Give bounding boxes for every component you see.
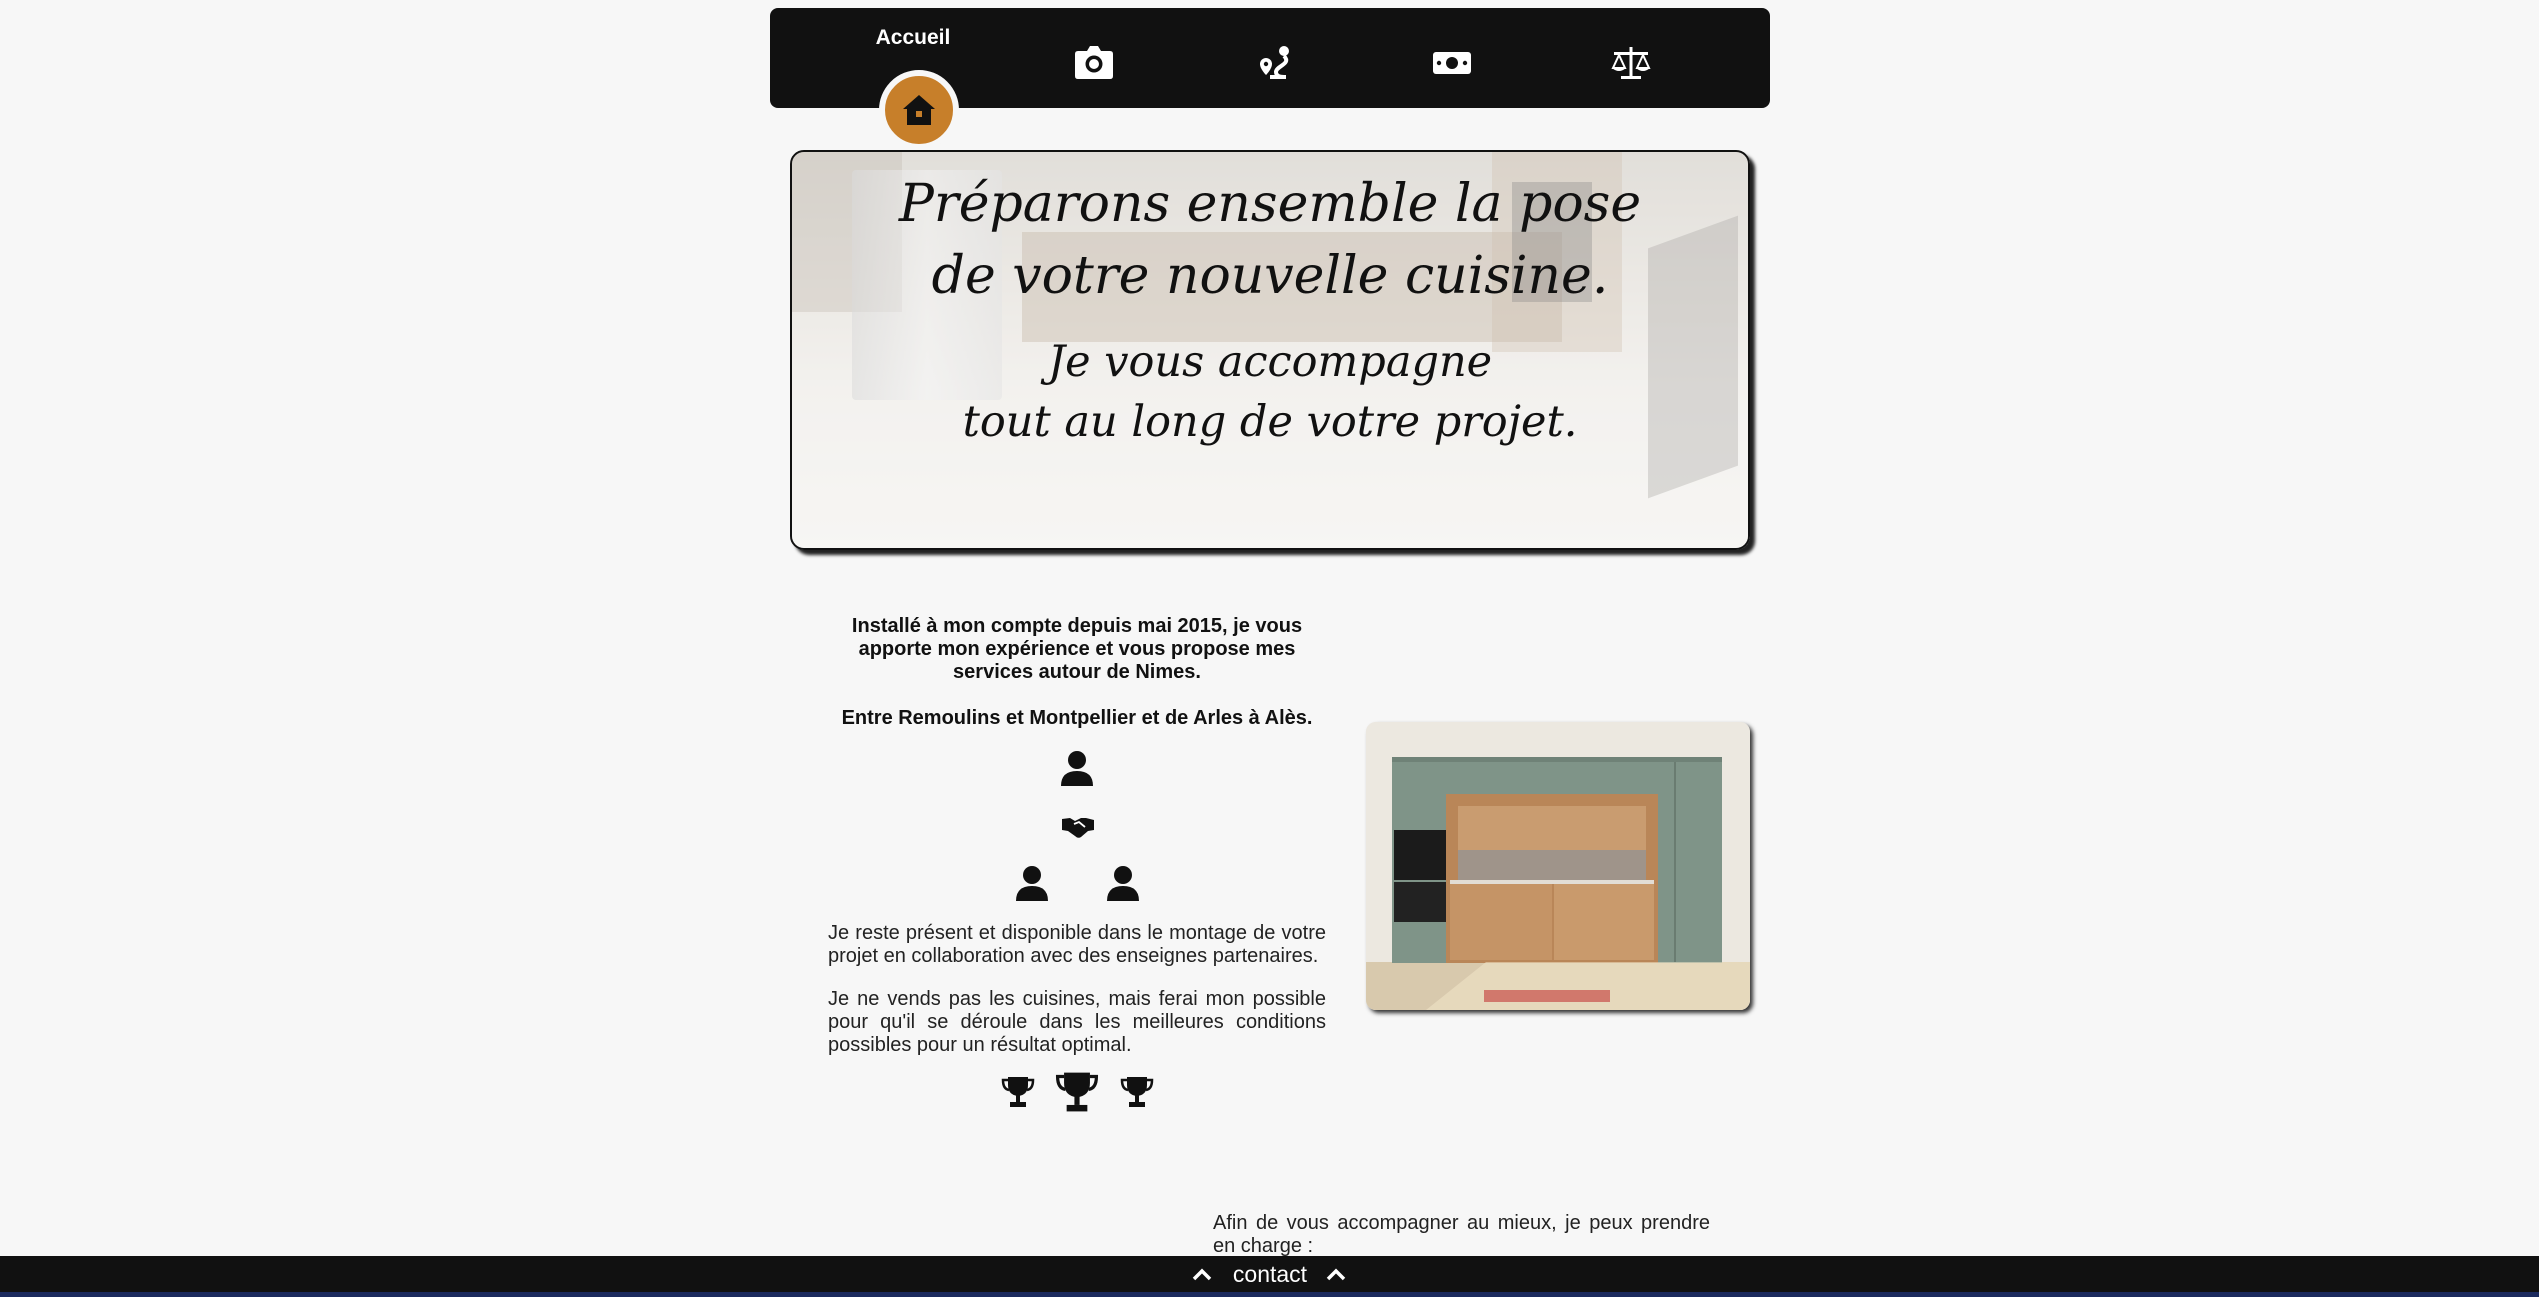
user-icon [1107, 866, 1139, 901]
hero-subtitle-line2: tout au long de votre projet. [962, 397, 1578, 447]
route-icon [1260, 46, 1289, 79]
nav-item-route[interactable] [1212, 8, 1332, 108]
kitchen-illustration [1366, 722, 1750, 1010]
camera-icon [1075, 46, 1113, 79]
service-area: Entre Remoulins et Montpellier et de Arl… [841, 707, 1313, 729]
intro-section: Installé à mon compte depuis mai 2015, j… [828, 615, 1326, 1112]
collaboration-paragraph: Je reste présent et disponible dans le m… [828, 922, 1326, 967]
hero-title-line1: Préparons ensemble la pose [898, 174, 1642, 234]
contact-link[interactable]: contact [1226, 1261, 1314, 1288]
trophy-icon [1055, 1072, 1099, 1112]
nav-item-pricing[interactable] [1391, 8, 1511, 108]
kitchen-photo [1366, 722, 1750, 1010]
footer-bar: contact [0, 1256, 2539, 1297]
user-icon [1016, 866, 1048, 901]
services-intro: Afin de vous accompagner au mieux, je pe… [1213, 1212, 1710, 1257]
trophy-icon [1001, 1077, 1035, 1107]
commitment-paragraph: Je ne vends pas les cuisines, mais ferai… [828, 988, 1326, 1056]
nav-item-photos[interactable] [1033, 8, 1153, 108]
money-bill-icon [1433, 52, 1471, 74]
house-icon [903, 95, 935, 125]
user-icon [1061, 751, 1093, 786]
nav-active-label: Accueil [875, 26, 951, 49]
handshake-icon [1062, 818, 1094, 838]
nav-item-home[interactable]: Accueil [853, 8, 973, 150]
active-indicator [879, 70, 959, 150]
scale-balance-icon [1611, 47, 1651, 79]
trophy-icon [1120, 1077, 1154, 1107]
hero-banner: Préparons ensemble la pose de votre nouv… [790, 150, 1750, 550]
hero-subtitle-line1: Je vous accompagne [1047, 337, 1493, 387]
chevron-up-icon[interactable] [1326, 1266, 1346, 1282]
top-navigation: Accueil [770, 8, 1770, 150]
chevron-up-icon[interactable] [1192, 1266, 1212, 1282]
intro-lead: Installé à mon compte depuis mai 2015, j… [851, 615, 1303, 683]
nav-item-legal[interactable] [1570, 8, 1690, 108]
hero-title-line2: de votre nouvelle cuisine. [931, 246, 1609, 306]
